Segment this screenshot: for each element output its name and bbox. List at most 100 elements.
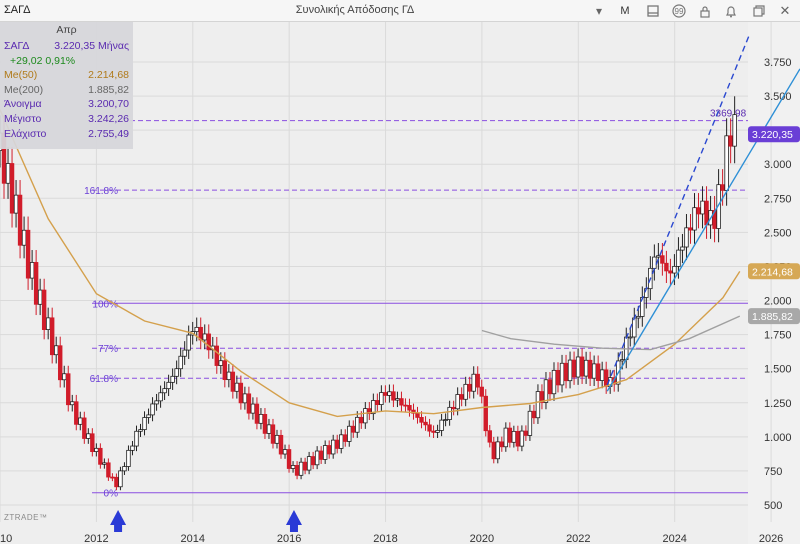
candle-body — [90, 433, 95, 452]
close-icon[interactable]: ✕ — [776, 2, 794, 20]
candle-body — [234, 382, 240, 392]
candle-body — [403, 404, 408, 407]
candle-body — [202, 333, 207, 341]
candle-body — [298, 461, 304, 476]
candle-body — [351, 425, 356, 433]
fib-level-label: 0% — [104, 489, 119, 500]
candle-body — [575, 356, 581, 378]
candle-body — [174, 368, 179, 377]
x-tick-label: 2018 — [373, 533, 397, 544]
candle-body — [98, 447, 103, 465]
price-tag-label: 2.214,68 — [752, 266, 793, 278]
candle-body — [684, 227, 689, 248]
candle-body — [86, 433, 91, 439]
window-title: Συνολικής Απόδοσης ΓΔ — [295, 4, 415, 16]
candle-body — [672, 265, 677, 274]
candle-body — [154, 400, 159, 405]
window-icon[interactable] — [644, 2, 662, 20]
candle-body — [70, 401, 75, 406]
info-header: Απρ — [56, 24, 77, 36]
candle-body — [599, 369, 605, 381]
info-row-symbol: ΣΑΓΔ 3.220,35 Μήνας — [4, 39, 129, 54]
candle-body — [74, 401, 79, 425]
candle-body — [194, 326, 199, 333]
candle-body — [399, 398, 404, 406]
candle-body — [66, 373, 71, 406]
candle-body — [732, 114, 737, 147]
candle-body — [415, 412, 420, 418]
info-row-ma200: Me(200) 1.885,82 — [4, 83, 129, 98]
candle-body — [391, 391, 396, 401]
candle-body — [246, 393, 252, 414]
info-low-value: 2.755,49 — [88, 127, 129, 140]
fib-level-label: 100% — [92, 299, 118, 310]
quote-icon[interactable]: 99 — [670, 2, 688, 20]
candle-body — [214, 345, 219, 366]
lock-icon[interactable] — [696, 2, 714, 20]
candle-body — [620, 359, 625, 362]
info-ma50-value: 2.214,68 — [88, 69, 129, 82]
y-tick-label: 1.500 — [764, 364, 792, 376]
info-ma50-label: Me(50) — [4, 69, 38, 82]
info-panel: Απρ ΣΑΓΔ 3.220,35 Μήνας +29,02 0,91% Me(… — [0, 22, 133, 149]
candle-body — [335, 439, 340, 449]
candle-body — [491, 441, 496, 460]
x-tick-label: 2022 — [566, 533, 590, 544]
candle-body — [33, 262, 39, 305]
info-open-value: 3.200,70 — [88, 98, 129, 111]
candle-body — [395, 398, 400, 401]
candle-body — [138, 429, 143, 432]
candle-body — [258, 413, 264, 424]
candle-body — [587, 359, 593, 379]
candle-body — [302, 461, 308, 471]
candle-body — [463, 383, 468, 400]
svg-text:99: 99 — [675, 7, 684, 16]
candle-body — [688, 227, 693, 231]
candle-body — [443, 419, 448, 421]
candle-body — [37, 289, 43, 305]
y-tick-label: 1.000 — [764, 432, 792, 444]
candle-body — [523, 430, 529, 436]
candle-body — [242, 393, 248, 404]
price-tag-label: 3.220,35 — [752, 129, 793, 141]
candle-body — [636, 316, 641, 319]
candle-body — [543, 379, 549, 403]
candle-body — [579, 356, 585, 377]
candle-body — [343, 434, 348, 442]
info-row-low: Ελάχιστο 2.755,49 — [4, 127, 129, 142]
candle-body — [359, 416, 364, 424]
candle-body — [218, 360, 223, 366]
restore-icon[interactable] — [750, 2, 768, 20]
candle-body — [700, 200, 705, 215]
info-ma200-label: Me(200) — [4, 83, 44, 96]
candle-body — [274, 434, 280, 444]
candle-body — [17, 194, 23, 246]
brand-logo: ZTRADE™ — [4, 513, 48, 522]
candle-body — [728, 135, 733, 147]
price-tag-label: 1.885,82 — [752, 311, 793, 323]
candle-body — [178, 355, 183, 370]
candle-body — [555, 369, 561, 386]
x-tick-label: 2020 — [470, 533, 494, 544]
candle-body — [591, 363, 597, 379]
candle-body — [162, 388, 167, 394]
candle-body — [515, 430, 521, 447]
bell-icon[interactable] — [722, 2, 740, 20]
candle-body — [310, 456, 316, 466]
candle-body — [45, 317, 51, 330]
dropdown-icon[interactable]: ▾ — [590, 2, 608, 20]
candle-body — [668, 270, 673, 274]
candle-body — [25, 229, 31, 279]
candle-body — [278, 434, 284, 455]
info-ma200-value: 1.885,82 — [88, 83, 129, 96]
info-row-change: +29,02 0,91% — [4, 54, 129, 69]
candle-body — [226, 371, 232, 381]
candle-body — [314, 450, 320, 466]
candle-body — [230, 371, 236, 392]
candle-body — [583, 359, 589, 377]
candle-body — [551, 369, 557, 395]
y-tick-label: 1.750 — [764, 330, 792, 342]
period-button[interactable]: M — [616, 2, 634, 20]
info-row-high: Μέγιστο 3.242,26 — [4, 112, 129, 127]
candle-body — [266, 424, 272, 434]
